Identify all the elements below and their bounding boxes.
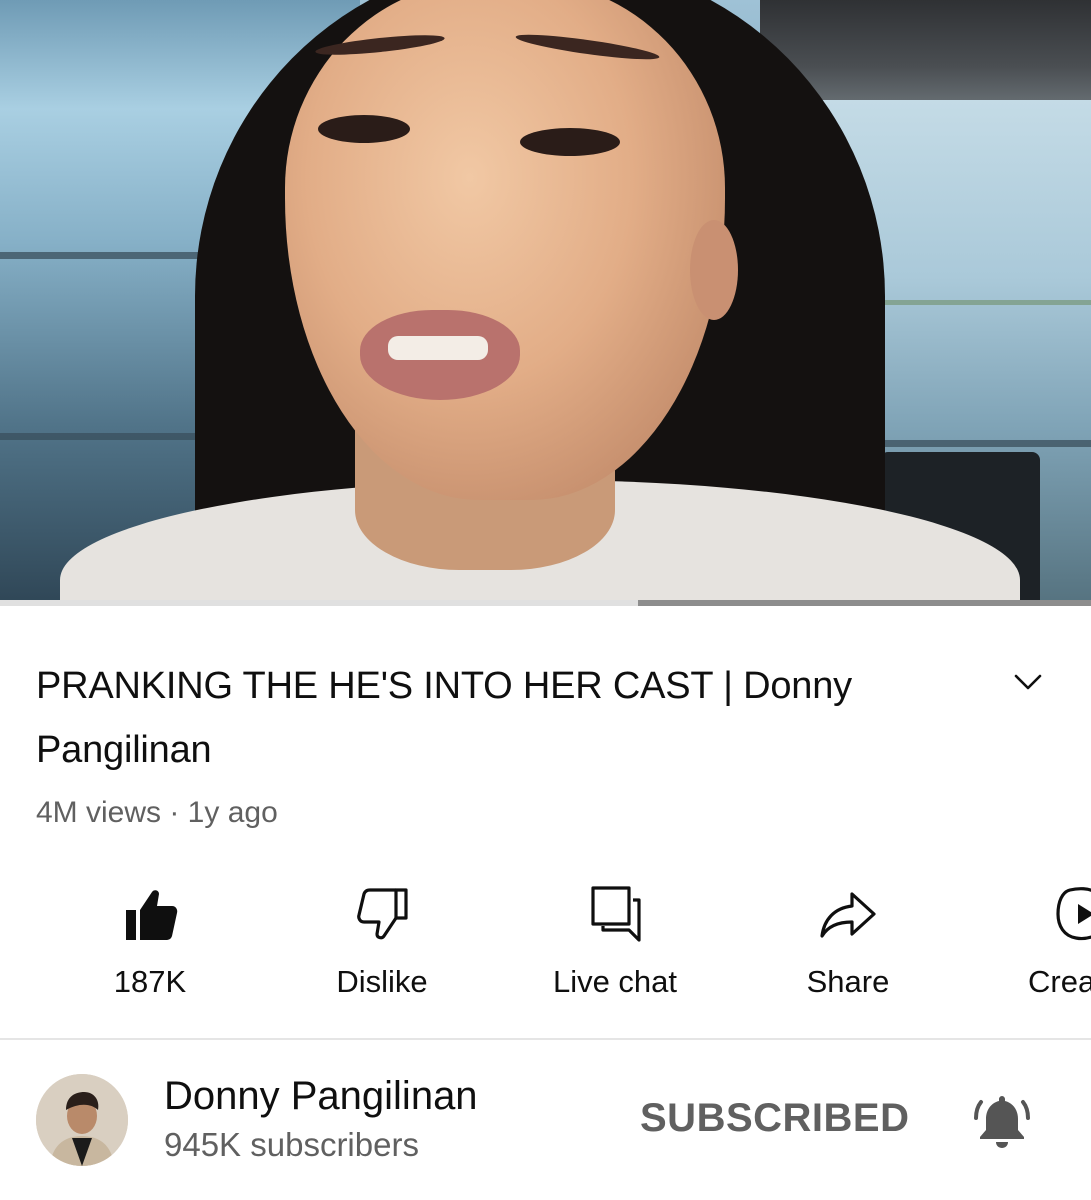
live-chat-icon [591,886,641,942]
video-player[interactable] [0,0,1091,606]
video-title[interactable]: PRANKING THE HE'S INTO HER CAST | Donny … [36,654,936,782]
like-button[interactable]: 187K [50,872,250,1012]
divider [0,1038,1091,1040]
bell-icon[interactable] [970,1088,1034,1152]
thumbs-down-icon [357,888,408,940]
video-view-count-age: 4M views · 1y ago [36,796,278,829]
action-row: 187K Dislike Live chat Share Crea [0,872,1091,1012]
person-eye [318,115,410,143]
channel-name[interactable]: Donny Pangilinan [164,1074,478,1119]
video-progress-bar[interactable] [0,600,1091,606]
live-chat-button[interactable]: Live chat [515,872,715,1012]
person-eye [520,128,620,156]
like-count: 187K [113,964,187,999]
channel-avatar[interactable] [36,1074,128,1166]
share-button[interactable]: Share [748,872,948,1012]
create-icon [1056,887,1091,941]
person-ear [690,220,738,320]
video-progress-played [0,600,639,606]
share-icon [820,892,876,938]
create-button[interactable]: Crea [980,872,1091,1012]
person-face [285,0,725,500]
subscribed-button[interactable]: SUBSCRIBED [640,1096,909,1141]
chevron-down-icon[interactable] [1010,664,1046,700]
subscriber-count: 945K subscribers [164,1126,419,1163]
thumbs-up-filled-icon [126,890,178,940]
dislike-button[interactable]: Dislike [282,872,482,1012]
